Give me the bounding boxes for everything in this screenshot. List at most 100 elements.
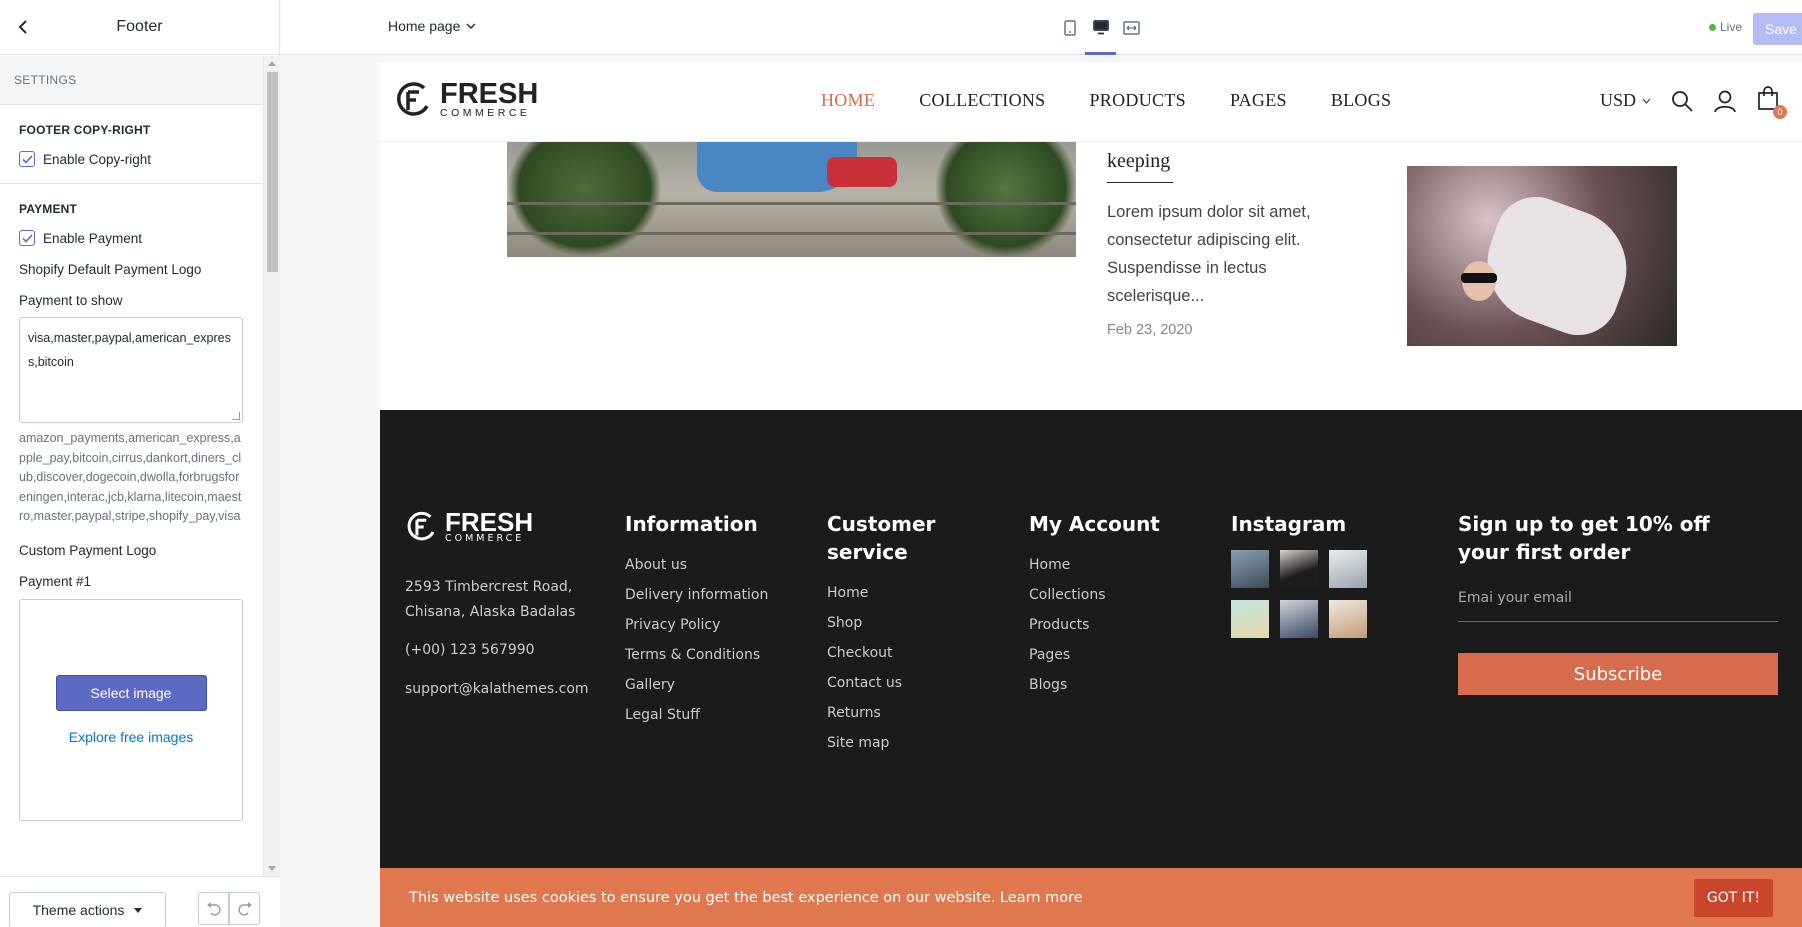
sidebar-title: Footer <box>116 18 163 35</box>
payment-to-show-value: visa,master,paypal,american_express,bitc… <box>28 331 231 369</box>
signup-heading: Sign up to get 10% off your first order <box>1458 512 1710 564</box>
store-logo[interactable]: FRESH COMMERCE <box>394 80 538 120</box>
payment-1-image-picker: Select image Explore free images <box>19 598 243 821</box>
page-selector[interactable]: Home page <box>388 18 476 34</box>
customer-service-column: Customer service Home Shop Checkout Cont… <box>827 510 967 758</box>
footer-logo-text-sub: COMMERCE <box>445 532 525 544</box>
footer-link[interactable]: Home <box>1029 550 1160 580</box>
instagram-photo[interactable] <box>1280 550 1318 588</box>
blog-post-title[interactable]: keeping <box>1107 150 1170 173</box>
email-placeholder: Emai your email <box>1458 590 1572 606</box>
desktop-view-button[interactable] <box>1085 0 1116 55</box>
sidebar-footer: Theme actions <box>0 876 280 927</box>
information-column: Information About us Delivery informatio… <box>625 510 768 730</box>
save-button[interactable]: Save <box>1753 13 1802 45</box>
subscribe-button[interactable]: Subscribe <box>1458 653 1778 695</box>
enable-payment-checkbox[interactable]: Enable Payment <box>19 230 244 246</box>
newsletter-email-input[interactable]: Emai your email <box>1458 590 1778 622</box>
live-label: Live <box>1720 20 1743 34</box>
instagram-photo[interactable] <box>1231 550 1269 588</box>
menu-item-pages[interactable]: PAGES <box>1230 90 1287 111</box>
instagram-photo[interactable] <box>1280 600 1318 638</box>
footer-link[interactable]: Privacy Policy <box>625 610 768 640</box>
payment-to-show-label: Payment to show <box>19 293 123 308</box>
scrollbar-thumb[interactable] <box>267 72 278 272</box>
footer-link[interactable]: Checkout <box>827 638 967 668</box>
menu-item-products[interactable]: PRODUCTS <box>1090 90 1186 111</box>
chevron-down-icon <box>466 23 476 29</box>
instagram-photo[interactable] <box>1231 600 1269 638</box>
footer-link[interactable]: Home <box>827 578 967 608</box>
my-account-heading: My Account <box>1029 512 1160 536</box>
header-actions: USD 0 <box>1600 86 1788 119</box>
footer-email[interactable]: support@kalathemes.com <box>405 681 589 697</box>
fullscreen-icon <box>1123 20 1140 35</box>
checkmark-icon <box>19 151 35 167</box>
footer-link[interactable]: About us <box>625 550 768 580</box>
cart-button[interactable]: 0 <box>1757 86 1788 119</box>
blog-image-left[interactable] <box>507 142 1076 257</box>
currency-label: USD <box>1600 90 1637 110</box>
logo-mark-icon <box>407 511 435 541</box>
footer-link[interactable]: Contact us <box>827 668 967 698</box>
redo-button[interactable] <box>229 892 260 925</box>
explore-free-images-link[interactable]: Explore free images <box>69 729 194 745</box>
editor-topbar: Home page Live Save <box>281 0 1802 55</box>
theme-actions-label: Theme actions <box>32 902 125 918</box>
footer-link[interactable]: Products <box>1029 610 1160 640</box>
cookie-banner-text: This website uses cookies to ensure you … <box>409 889 1083 906</box>
scroll-down-arrow-icon[interactable] <box>268 866 276 871</box>
theme-actions-button[interactable]: Theme actions <box>9 892 166 927</box>
footer-link[interactable]: Returns <box>827 698 967 728</box>
undo-icon <box>206 901 221 916</box>
customer-service-heading: Customer service <box>827 512 936 564</box>
undo-button[interactable] <box>198 892 229 925</box>
chevron-down-icon <box>1642 98 1651 104</box>
menu-item-collections[interactable]: COLLECTIONS <box>919 90 1045 111</box>
cookie-accept-button[interactable]: GOT IT! <box>1694 879 1773 917</box>
footer-link[interactable]: Collections <box>1029 580 1160 610</box>
menu-item-blogs[interactable]: BLOGS <box>1331 90 1392 111</box>
account-icon[interactable] <box>1713 89 1737 113</box>
footer-link[interactable]: Delivery information <box>625 580 768 610</box>
logo-mark-icon <box>397 82 429 116</box>
footer-link[interactable]: Legal Stuff <box>625 700 768 730</box>
currency-selector[interactable]: USD <box>1600 90 1651 111</box>
footer-logo[interactable]: FRESH COMMERCE <box>405 509 533 544</box>
sidebar-scroll-area: SETTINGS FOOTER COPY-RIGHT Enable Copy-r… <box>0 56 263 876</box>
menu-item-home[interactable]: HOME <box>821 90 875 111</box>
instagram-column: Instagram <box>1231 510 1367 638</box>
footer-link[interactable]: Blogs <box>1029 670 1160 700</box>
desktop-icon <box>1092 20 1109 35</box>
footer-link[interactable]: Site map <box>827 728 967 758</box>
payment-to-show-textarea[interactable]: visa,master,paypal,american_express,bitc… <box>19 317 243 423</box>
copyright-heading: FOOTER COPY-RIGHT <box>19 123 151 137</box>
select-image-button[interactable]: Select image <box>55 674 207 711</box>
blog-image-right[interactable] <box>1407 166 1677 346</box>
instagram-photo[interactable] <box>1329 600 1367 638</box>
live-dot-icon <box>1709 23 1716 31</box>
instagram-photo[interactable] <box>1329 550 1367 588</box>
enable-payment-label: Enable Payment <box>43 230 143 246</box>
blog-post-excerpt: Lorem ipsum dolor sit amet, consectetur … <box>1107 203 1311 305</box>
page-selector-label: Home page <box>388 18 461 34</box>
settings-heading: SETTINGS <box>0 56 263 105</box>
footer-link[interactable]: Shop <box>827 608 967 638</box>
footer-link[interactable]: Pages <box>1029 640 1160 670</box>
footer-link[interactable]: Terms & Conditions <box>625 640 768 670</box>
resize-grip-icon[interactable] <box>232 412 240 420</box>
mobile-view-button[interactable] <box>1054 0 1085 55</box>
back-chevron-icon[interactable] <box>12 16 34 38</box>
scroll-up-arrow-icon[interactable] <box>268 61 276 66</box>
storefront-preview: FRESH COMMERCE HOME COLLECTIONS PRODUCTS… <box>380 62 1802 927</box>
search-icon[interactable] <box>1671 90 1693 112</box>
footer-link[interactable]: Gallery <box>625 670 768 700</box>
instagram-heading: Instagram <box>1231 512 1347 536</box>
copyright-section: FOOTER COPY-RIGHT Enable Copy-right <box>0 105 263 184</box>
blog-section: keeping Lorem ipsum dolor sit amet, cons… <box>380 142 1802 410</box>
fullscreen-view-button[interactable] <box>1116 0 1147 55</box>
enable-copyright-checkbox[interactable]: Enable Copy-right <box>19 151 244 167</box>
enable-copyright-label: Enable Copy-right <box>43 151 152 167</box>
sidebar-scrollbar[interactable] <box>263 56 280 876</box>
mobile-icon <box>1063 19 1076 36</box>
